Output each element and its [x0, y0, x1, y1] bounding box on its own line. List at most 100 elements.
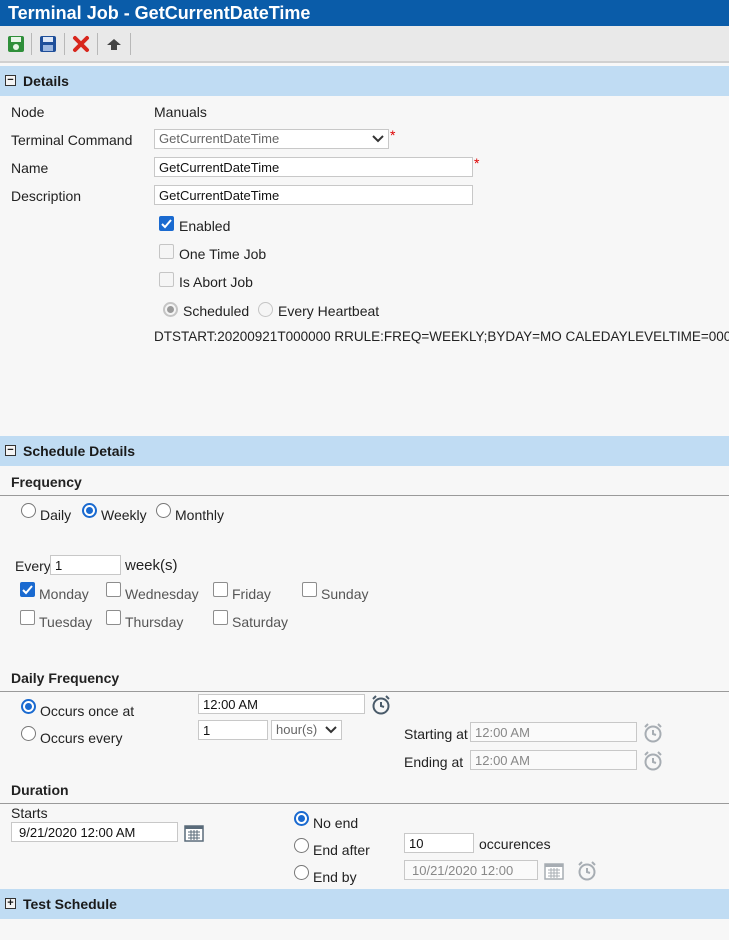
details-section-label: Details [23, 73, 69, 89]
description-input[interactable] [154, 185, 473, 205]
every-heartbeat-label: Every Heartbeat [278, 303, 380, 319]
red-x-icon [73, 36, 89, 52]
one-time-job-checkbox[interactable] [159, 244, 174, 259]
expand-icon[interactable]: + [5, 898, 16, 909]
calendar-icon[interactable] [184, 824, 204, 842]
saturday-label: Saturday [232, 614, 289, 630]
alarm-clock-icon[interactable] [642, 722, 664, 744]
interval-unit-select[interactable]: hour(s) [271, 720, 342, 740]
collapse-icon[interactable]: − [5, 445, 16, 456]
starts-date-input[interactable] [11, 822, 178, 842]
wednesday-label: Wednesday [125, 586, 199, 602]
checkmark-icon [22, 585, 33, 595]
occurs-every-label: Occurs every [40, 730, 123, 746]
occurs-once-label: Occurs once at [40, 703, 135, 719]
node-value: Manuals [154, 104, 207, 120]
up-arrow-icon [107, 39, 121, 50]
test-schedule-section-header[interactable]: + Test Schedule [0, 889, 729, 919]
save-and-new-button[interactable] [5, 33, 27, 55]
enabled-checkbox[interactable] [159, 216, 174, 231]
enabled-label: Enabled [179, 218, 231, 234]
thursday-checkbox[interactable] [106, 610, 121, 625]
description-label: Description [11, 188, 82, 204]
terminal-command-value: GetCurrentDateTime [159, 131, 280, 146]
end-after-radio[interactable] [294, 838, 309, 853]
daily-label: Daily [40, 507, 72, 523]
monthly-label: Monthly [175, 507, 225, 523]
duration-title: Duration [11, 782, 69, 798]
friday-label: Friday [232, 586, 271, 602]
occurs-every-radio[interactable] [21, 726, 36, 741]
end-by-date-input[interactable] [404, 860, 538, 880]
test-schedule-section-label: Test Schedule [23, 896, 117, 912]
starting-at-label: Starting at [404, 726, 468, 742]
required-marker: * [474, 155, 480, 171]
occurs-every-input[interactable] [198, 720, 268, 740]
weekly-label: Weekly [101, 507, 147, 523]
toolbar [0, 26, 729, 63]
tuesday-label: Tuesday [39, 614, 93, 630]
thursday-label: Thursday [125, 614, 184, 630]
chevron-down-icon [325, 726, 337, 734]
monday-checkbox[interactable] [20, 582, 35, 597]
end-after-label: End after [313, 842, 370, 858]
occurrences-label: occurences [479, 836, 551, 852]
daily-radio[interactable] [21, 503, 36, 518]
node-label: Node [11, 104, 45, 120]
schedule-section-label: Schedule Details [23, 443, 136, 459]
checkmark-icon [161, 219, 172, 229]
rrule-text: DTSTART:20200921T000000 RRULE:FREQ=WEEKL… [154, 329, 729, 344]
monthly-radio[interactable] [156, 503, 171, 518]
calendar-icon[interactable] [544, 862, 564, 880]
end-by-radio[interactable] [294, 865, 309, 880]
ending-at-input[interactable] [470, 750, 637, 770]
floppy-disk-icon [40, 36, 56, 52]
every-label: Every [15, 558, 51, 574]
schedule-section-header[interactable]: − Schedule Details [0, 436, 729, 466]
chevron-down-icon [372, 135, 384, 143]
daily-frequency-title: Daily Frequency [11, 670, 120, 686]
every-weeks-input[interactable] [50, 555, 121, 575]
starts-label: Starts [11, 805, 48, 821]
back-button[interactable] [103, 33, 125, 55]
scheduled-label: Scheduled [183, 303, 250, 319]
is-abort-job-checkbox[interactable] [159, 272, 174, 287]
save-green-icon [8, 36, 24, 52]
terminal-command-label: Terminal Command [11, 132, 133, 148]
one-time-job-label: One Time Job [179, 246, 267, 262]
alarm-clock-icon[interactable] [642, 750, 664, 772]
details-section-header[interactable]: − Details [0, 66, 729, 96]
collapse-icon[interactable]: − [5, 75, 16, 86]
name-label: Name [11, 160, 49, 176]
occurs-once-time-input[interactable] [198, 694, 365, 714]
frequency-title: Frequency [11, 474, 82, 490]
alarm-clock-icon[interactable] [370, 694, 392, 716]
sunday-label: Sunday [321, 586, 369, 602]
no-end-label: No end [313, 815, 359, 831]
interval-unit-value: hour(s) [276, 722, 318, 737]
tuesday-checkbox[interactable] [20, 610, 35, 625]
ending-at-label: Ending at [404, 754, 464, 770]
window-title: Terminal Job - GetCurrentDateTime [0, 0, 729, 26]
saturday-checkbox[interactable] [213, 610, 228, 625]
required-marker: * [390, 127, 396, 143]
every-heartbeat-radio[interactable] [258, 302, 273, 317]
terminal-command-select[interactable]: GetCurrentDateTime [154, 129, 389, 149]
weekly-radio[interactable] [82, 503, 97, 518]
weeks-label: week(s) [125, 557, 178, 574]
monday-label: Monday [39, 586, 89, 602]
name-input[interactable] [154, 157, 473, 177]
no-end-radio[interactable] [294, 811, 309, 826]
save-button[interactable] [37, 33, 59, 55]
alarm-clock-icon[interactable] [576, 860, 598, 882]
end-after-input[interactable] [404, 833, 474, 853]
occurs-once-radio[interactable] [21, 699, 36, 714]
sunday-checkbox[interactable] [302, 582, 317, 597]
starting-at-input[interactable] [470, 722, 637, 742]
scheduled-radio[interactable] [163, 302, 178, 317]
delete-button[interactable] [70, 33, 92, 55]
is-abort-job-label: Is Abort Job [179, 274, 253, 290]
end-by-label: End by [313, 869, 357, 885]
friday-checkbox[interactable] [213, 582, 228, 597]
wednesday-checkbox[interactable] [106, 582, 121, 597]
